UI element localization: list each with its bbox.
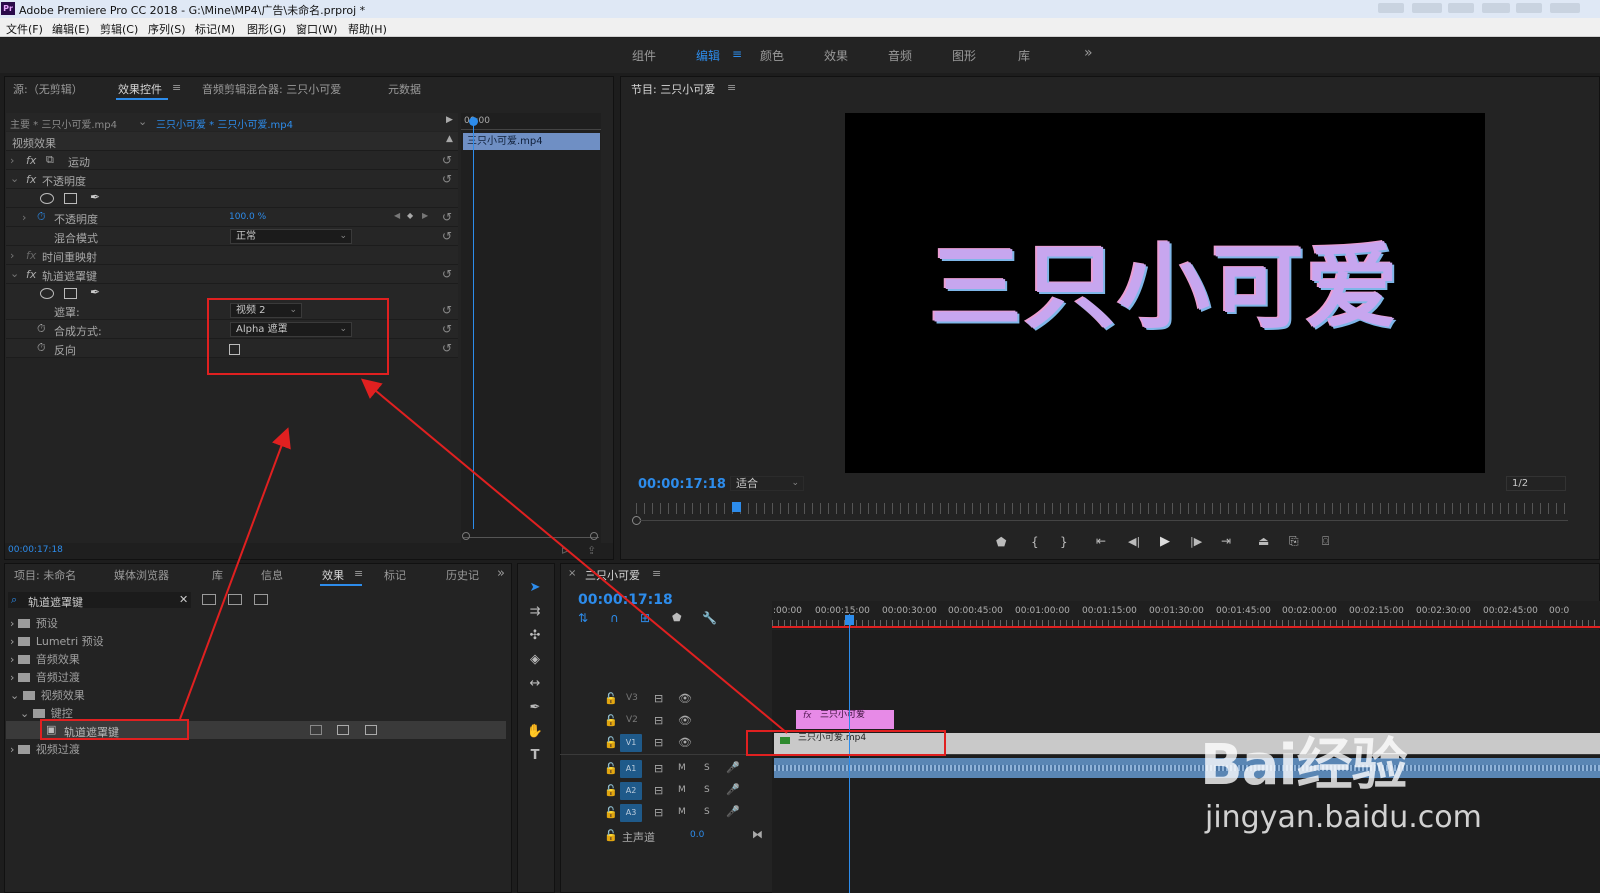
baidu-watermark-brand: Bai经验 [1200, 733, 1408, 798]
baidu-watermark-url: jingyan.baidu.com [1205, 800, 1482, 835]
annotation-arrow-1 [179, 427, 291, 720]
annotation-arrow-2 [360, 378, 788, 734]
